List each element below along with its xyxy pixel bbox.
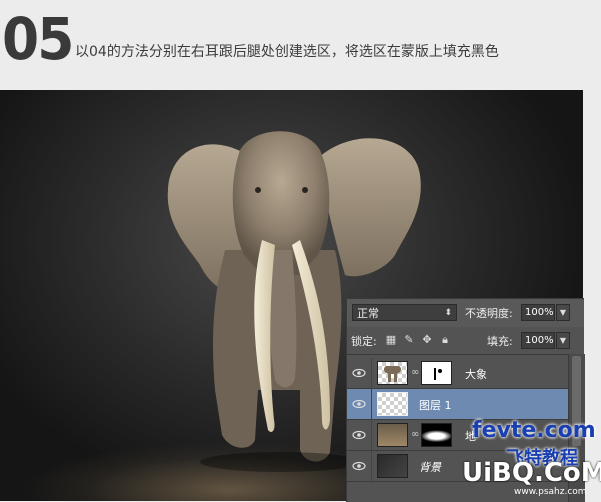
updown-arrows-icon: ⬍ (444, 308, 452, 318)
divider (371, 389, 372, 419)
layer-name: 图层 1 (419, 399, 452, 412)
fill-label: 填充: (487, 335, 513, 348)
layer-name: 地 (465, 430, 476, 443)
layer-row-background[interactable]: 背景 (347, 451, 568, 482)
layer-name: 背景 (419, 461, 441, 474)
lock-fill-row: 锁定: ▦ ✎ ✥ 🔒︎ 填充: 100% ▼ (347, 327, 584, 355)
link-icon[interactable]: ∞ (411, 429, 419, 441)
blend-mode-value: 正常 (357, 307, 379, 320)
blend-opacity-row: 正常 ⬍ 不透明度: 100% ▼ (347, 299, 584, 327)
layer-thumbnail[interactable] (377, 392, 408, 416)
layer-thumbnail[interactable] (377, 454, 408, 478)
layer-row-elephant[interactable]: ∞ 大象 (347, 358, 568, 389)
layer-row-layer1[interactable]: 图层 1 (347, 389, 568, 420)
eye-icon[interactable] (352, 429, 366, 441)
step-instruction: 以04的方法分别在右耳跟后腿处创建选区，将选区在蒙版上填充黑色 (75, 44, 499, 60)
eye-icon[interactable] (352, 398, 366, 410)
layer-thumbnail[interactable] (377, 361, 408, 385)
lock-label: 锁定: (351, 335, 377, 348)
lock-brush-icon[interactable]: ✎ (403, 334, 415, 346)
opacity-dropdown-arrow-icon[interactable]: ▼ (556, 304, 570, 321)
opacity-input[interactable]: 100% (521, 304, 555, 321)
layer-name: 大象 (465, 368, 487, 381)
lock-all-icon[interactable]: 🔒︎ (439, 334, 451, 346)
lock-transparency-icon[interactable]: ▦ (385, 334, 397, 346)
step-number: 05 (2, 5, 74, 73)
layer-thumbnail[interactable] (377, 423, 408, 447)
divider (371, 420, 372, 450)
scrollbar-thumb[interactable] (572, 356, 581, 446)
layer-mask-thumbnail[interactable] (421, 423, 452, 447)
blend-mode-select[interactable]: 正常 ⬍ (352, 304, 457, 321)
layers-scrollbar[interactable] (568, 354, 585, 502)
layers-panel: 正常 ⬍ 不透明度: 100% ▼ 锁定: ▦ ✎ ✥ 🔒︎ 填充: 100% … (346, 298, 585, 502)
tutorial-header: 05 以04的方法分别在右耳跟后腿处创建选区，将选区在蒙版上填充黑色 (0, 0, 601, 90)
eye-icon[interactable] (352, 460, 366, 472)
divider (371, 451, 372, 481)
lock-move-icon[interactable]: ✥ (421, 334, 433, 346)
layer-row-ground[interactable]: ∞ 地 (347, 420, 568, 451)
layer-mask-thumbnail[interactable] (421, 361, 452, 385)
page-margin (583, 90, 601, 501)
divider (371, 358, 372, 388)
fill-dropdown-arrow-icon[interactable]: ▼ (556, 332, 570, 349)
opacity-label: 不透明度: (465, 307, 513, 320)
fill-input[interactable]: 100% (521, 332, 555, 349)
eye-icon[interactable] (352, 367, 366, 379)
link-icon[interactable]: ∞ (411, 367, 419, 379)
